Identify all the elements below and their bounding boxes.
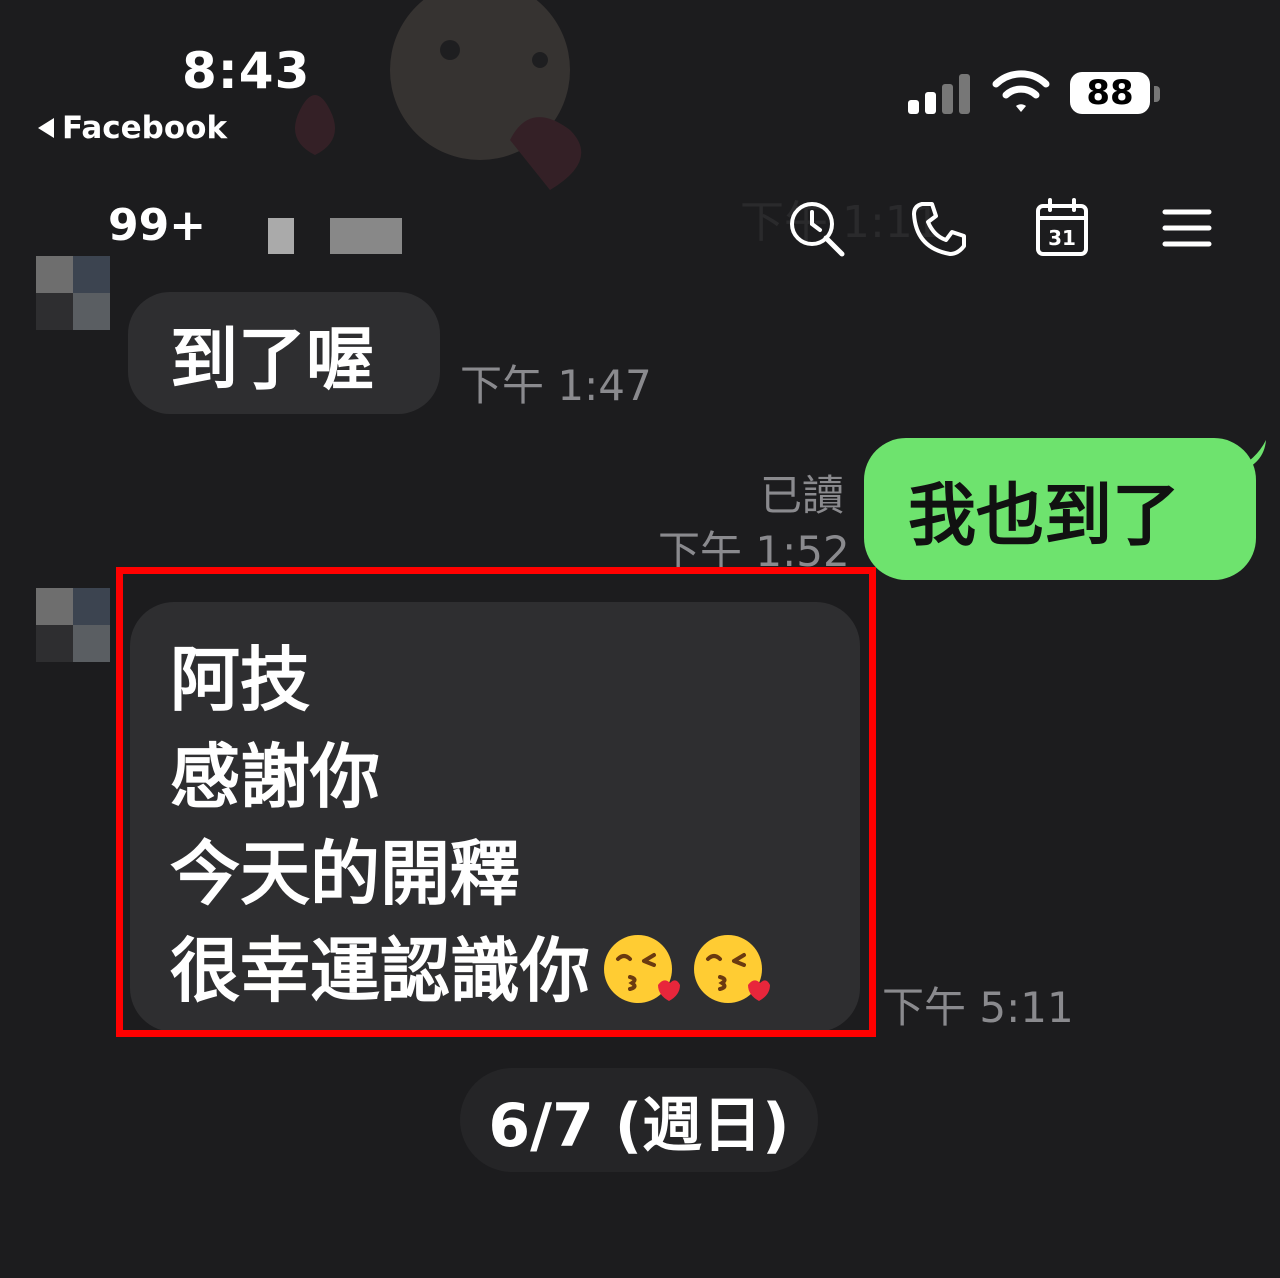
unread-count-back-button[interactable]: 99+	[108, 200, 206, 251]
back-triangle-icon	[38, 118, 54, 138]
calendar-day: 31	[1048, 226, 1076, 250]
battery-tip-icon	[1154, 86, 1160, 102]
date-separator: 6/7 (週日)	[460, 1068, 818, 1172]
chat-name-redacted	[330, 218, 402, 254]
message-timestamp: 下午 1:47	[460, 361, 652, 410]
menu-icon[interactable]	[1155, 196, 1219, 260]
cellular-signal-icon	[908, 72, 970, 114]
contact-avatar[interactable]	[36, 588, 110, 662]
calendar-icon[interactable]: 31	[1030, 196, 1094, 260]
status-time: 8:43	[182, 42, 311, 100]
message-text: 我也到了	[908, 476, 1181, 556]
search-clock-icon[interactable]	[784, 196, 848, 260]
back-to-app-link[interactable]: Facebook	[38, 110, 227, 146]
bubble-tail	[1234, 440, 1266, 472]
read-receipt: 已讀	[760, 471, 845, 520]
contact-avatar[interactable]	[36, 256, 110, 330]
battery-indicator: 88	[1070, 72, 1150, 114]
highlight-box	[116, 567, 876, 1037]
chat-name-redacted	[268, 218, 294, 254]
message-bubble-outgoing[interactable]: 我也到了	[864, 438, 1256, 580]
back-app-label: Facebook	[62, 110, 228, 146]
wifi-icon	[992, 70, 1050, 112]
wallpaper-illustration	[295, 0, 582, 190]
message-text: 到了喔	[170, 320, 375, 400]
phone-icon[interactable]	[906, 196, 970, 260]
message-bubble-incoming[interactable]: 到了喔	[128, 292, 440, 414]
message-timestamp: 下午 5:11	[882, 983, 1074, 1032]
